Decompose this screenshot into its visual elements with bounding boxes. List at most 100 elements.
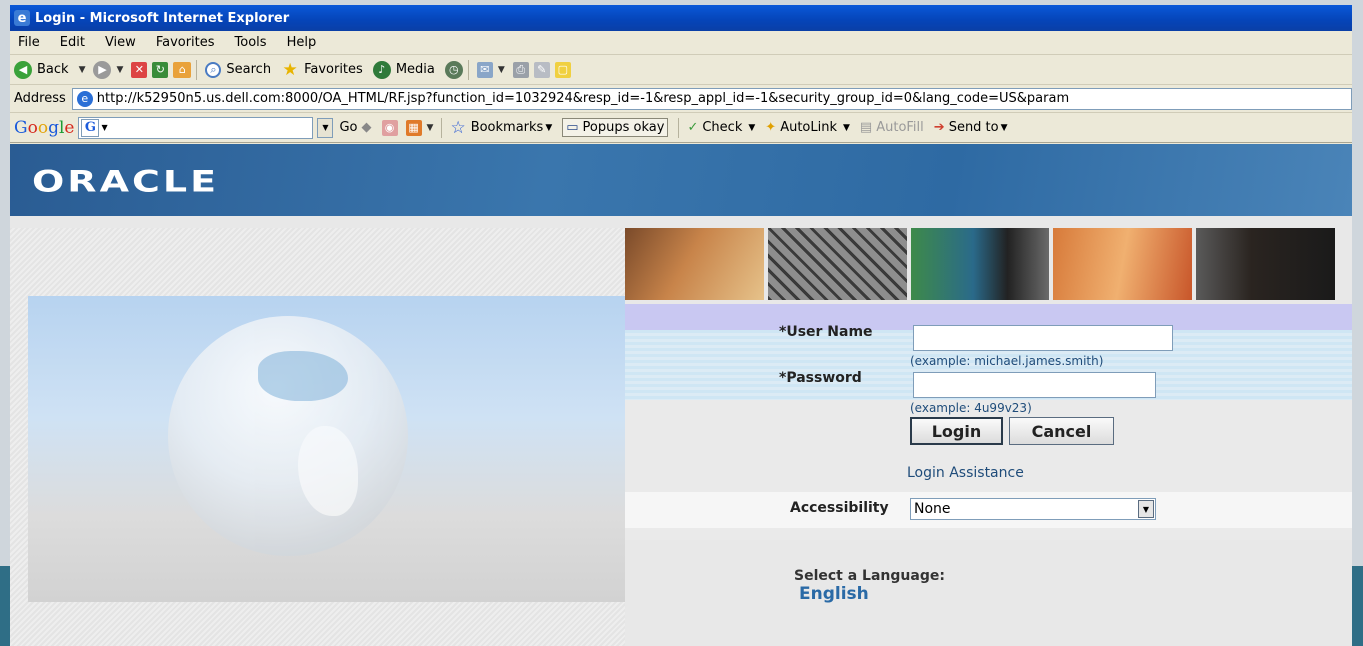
address-label: Address <box>14 91 66 106</box>
accessibility-select[interactable]: None ▼ <box>910 498 1156 520</box>
google-go-button[interactable]: Go ◆ <box>339 120 371 135</box>
check-dropdown-icon: ▼ <box>748 122 756 133</box>
login-form: *User Name (example: michael.james.smith… <box>625 304 1352 646</box>
toolbar-separator <box>196 59 198 80</box>
password-hint: (example: 4u99v23) <box>910 401 1032 415</box>
photo-woman-headset <box>1053 228 1193 300</box>
photo-power-tower <box>767 228 907 300</box>
menu-view[interactable]: View <box>101 35 140 50</box>
autofill-label: AutoFill <box>876 120 924 135</box>
popup-blocker-icon: ▭ <box>566 120 579 135</box>
address-url: http://k52950n5.us.dell.com:8000/OA_HTML… <box>96 91 1070 106</box>
password-field[interactable] <box>913 372 1156 398</box>
google-g-icon[interactable]: G <box>81 118 100 137</box>
forward-dropdown-icon[interactable]: ▼ <box>116 65 123 75</box>
go-label: Go <box>339 120 358 135</box>
language-english-link[interactable]: English <box>799 584 869 604</box>
photo-businessman <box>1196 228 1335 300</box>
news-icon[interactable]: ▦ <box>405 119 422 136</box>
check-label: Check <box>702 120 743 135</box>
window-title: Login - Microsoft Internet Explorer <box>35 10 290 26</box>
menu-tools[interactable]: Tools <box>231 35 271 50</box>
toolbar-separator <box>678 117 680 138</box>
news-dropdown-icon[interactable]: ▼ <box>427 123 434 133</box>
google-g-dropdown-icon[interactable]: ▼ <box>101 123 107 132</box>
back-dropdown-icon[interactable]: ▼ <box>79 65 86 75</box>
username-hint: (example: michael.james.smith) <box>910 354 1104 368</box>
globe-image <box>28 296 625 602</box>
slide-right-accent <box>1352 566 1363 646</box>
oracle-banner: ORACLE <box>10 144 1352 216</box>
go-arrows-icon: ◆ <box>361 120 372 135</box>
menu-edit[interactable]: Edit <box>56 35 89 50</box>
search-button[interactable]: ⌕ Search <box>205 61 272 78</box>
autolink-wand-icon: ✦ <box>765 120 777 135</box>
page-icon: e <box>76 90 93 107</box>
globe-continent <box>258 351 348 401</box>
edit-icon[interactable]: ✎ <box>533 61 550 78</box>
autolink-button[interactable]: ✦ AutoLink ▼ <box>765 120 850 135</box>
spell-check-icon: ✓ <box>687 120 699 135</box>
password-label: *Password <box>779 370 862 386</box>
discuss-icon[interactable]: ▢ <box>554 61 571 78</box>
oracle-logo: ORACLE <box>32 164 220 199</box>
mail-dropdown-icon[interactable]: ▼ <box>498 65 505 75</box>
username-label: *User Name <box>779 324 873 340</box>
photo-office-workers <box>625 228 764 300</box>
autolink-dropdown-icon: ▼ <box>843 122 850 133</box>
google-search-dropdown[interactable]: ▼ <box>317 117 334 138</box>
send-to-label: Send to <box>948 120 999 135</box>
google-search-input[interactable]: G ▼ <box>78 116 314 139</box>
chevron-down-icon: ▼ <box>1138 500 1154 518</box>
bookmarks-dropdown-icon: ▼ <box>545 122 553 133</box>
media-button[interactable]: ♪ Media <box>372 60 435 79</box>
history-icon[interactable]: ◷ <box>444 60 463 79</box>
send-to-icon: ➔ <box>933 120 945 135</box>
toolbar-separator <box>441 117 443 138</box>
menu-favorites[interactable]: Favorites <box>152 35 219 50</box>
back-label: Back <box>37 62 69 77</box>
toolbar-separator <box>467 59 469 80</box>
search-label: Search <box>226 62 272 77</box>
bookmarks-star-icon: ☆ <box>450 117 466 138</box>
autofill-button[interactable]: ▤ AutoFill <box>860 120 924 135</box>
bookmarks-button[interactable]: ☆ Bookmarks ▼ <box>450 118 552 138</box>
send-to-dropdown-icon: ▼ <box>1000 122 1008 133</box>
autofill-icon: ▤ <box>859 120 873 135</box>
address-input[interactable]: e http://k52950n5.us.dell.com:8000/OA_HT… <box>71 87 1352 110</box>
username-field[interactable] <box>913 325 1173 351</box>
media-label: Media <box>395 62 435 77</box>
forward-arrow-icon[interactable]: ▶ <box>93 60 112 79</box>
accessibility-label: Accessibility <box>790 500 889 516</box>
bookmarks-label: Bookmarks <box>470 120 544 135</box>
stop-icon[interactable]: ✕ <box>131 61 148 78</box>
back-button[interactable]: ◀ Back <box>14 60 69 79</box>
login-assistance-link[interactable]: Login Assistance <box>907 465 1024 481</box>
back-arrow-icon: ◀ <box>14 60 32 79</box>
media-icon: ♪ <box>372 60 391 79</box>
menu-help[interactable]: Help <box>283 35 321 50</box>
mail-icon[interactable]: ✉ <box>476 61 493 78</box>
favorites-button[interactable]: ★ Favorites <box>281 60 362 80</box>
send-to-button[interactable]: ➔ Send to ▼ <box>934 120 1008 135</box>
home-icon[interactable]: ⌂ <box>173 61 192 78</box>
page-rank-icon[interactable]: ◉ <box>381 119 398 136</box>
login-button[interactable]: Login <box>910 417 1003 445</box>
autolink-label: AutoLink <box>780 120 837 135</box>
google-logo[interactable]: Google <box>14 118 74 138</box>
standard-toolbar: ◀ Back ▼ ▶ ▼ ✕ ↻ ⌂ ⌕ Search ★ Favorites … <box>10 55 1352 85</box>
title-bar: e Login - Microsoft Internet Explorer <box>10 5 1352 31</box>
refresh-icon[interactable]: ↻ <box>152 61 169 78</box>
photo-strip <box>625 228 1335 300</box>
menu-file[interactable]: File <box>14 35 44 50</box>
google-toolbar: Google G ▼ ▼ Go ◆ ◉ ▦ ▼ ☆ Bookmarks ▼ ▭ … <box>10 113 1352 143</box>
globe-icon <box>168 316 408 556</box>
print-icon[interactable]: ⎙ <box>512 61 529 78</box>
photo-man-at-computer <box>910 228 1050 300</box>
popups-okay-button[interactable]: ▭ Popups okay <box>562 118 669 137</box>
page-content: ORACLE *User Name (example: michael.jame… <box>10 144 1352 646</box>
spell-check-button[interactable]: ✓ Check ▼ <box>687 120 755 135</box>
popups-label: Popups okay <box>582 120 665 135</box>
cancel-button[interactable]: Cancel <box>1009 417 1114 445</box>
browser-window: e Login - Microsoft Internet Explorer Fi… <box>10 5 1352 646</box>
